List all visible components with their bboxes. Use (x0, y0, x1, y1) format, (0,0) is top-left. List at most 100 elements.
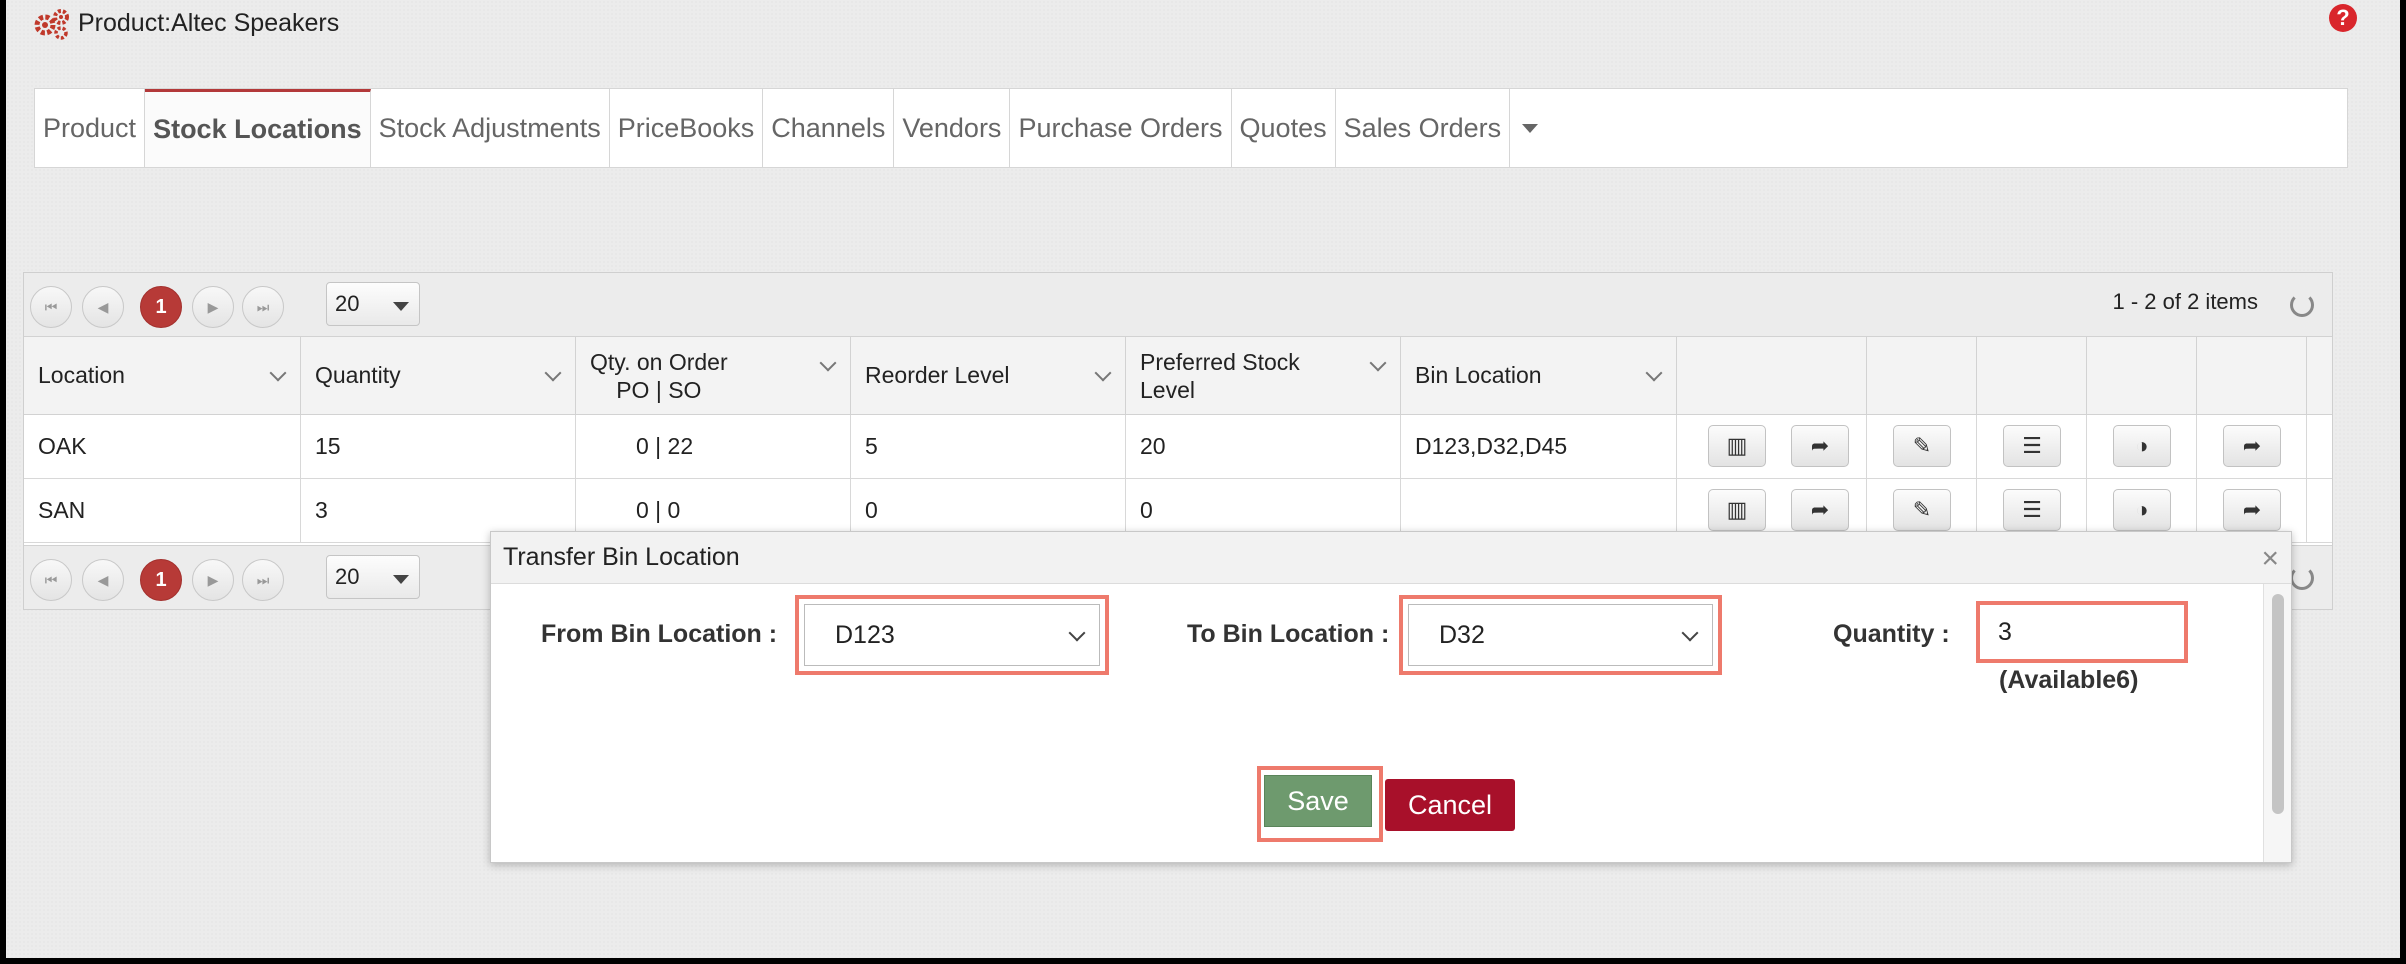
share-arrow-icon: ➦ (1810, 497, 1830, 522)
half-circle-icon: ◑ (2135, 497, 2149, 522)
column-header-location[interactable]: Location (24, 337, 301, 414)
first-page-icon[interactable]: ⏮ (30, 286, 72, 328)
warehouse-button[interactable]: ▥ (1708, 489, 1766, 531)
page-number-button[interactable]: 1 (140, 286, 182, 328)
dialog-scrollbar[interactable] (2263, 584, 2291, 862)
column-title: Location (38, 362, 125, 388)
gears-icon (32, 6, 72, 40)
scrollbar-thumb[interactable] (2272, 594, 2284, 814)
from-bin-label: From Bin Location : (541, 620, 778, 648)
edit-button[interactable]: ✎ (1893, 425, 1951, 467)
prev-page-icon[interactable]: ◀ (82, 286, 124, 328)
to-bin-select[interactable]: D32 (1408, 604, 1713, 666)
refresh-icon[interactable] (2290, 293, 2314, 317)
tab-pricebooks[interactable]: PriceBooks (610, 89, 764, 167)
from-bin-highlight: D123 (795, 595, 1109, 675)
refresh-icon[interactable] (2290, 566, 2314, 590)
dialog-header: Transfer Bin Location (491, 532, 2291, 584)
caret-down-icon (393, 302, 409, 311)
forward-button[interactable]: ➦ (2223, 489, 2281, 531)
page-size-value: 20 (335, 564, 360, 589)
pencil-icon: ✎ (1912, 433, 1932, 458)
details-button[interactable]: ☰ (2003, 489, 2061, 531)
tab-purchase-orders[interactable]: Purchase Orders (1010, 89, 1232, 167)
app-header: Product:Altec Speakers (32, 6, 339, 40)
column-header-quantity[interactable]: Quantity (301, 337, 576, 414)
contrast-button[interactable]: ◑ (2113, 489, 2171, 531)
column-header-qty-on-order[interactable]: Qty. on Order PO | SO (576, 337, 851, 414)
column-header-bin-location[interactable]: Bin Location (1401, 337, 1677, 414)
page-number-button[interactable]: 1 (140, 559, 182, 601)
to-bin-value: D32 (1439, 620, 1485, 649)
column-title: Qty. on Order PO | SO (590, 348, 728, 403)
prev-page-icon[interactable]: ◀ (82, 559, 124, 601)
chevron-down-icon[interactable] (269, 364, 287, 382)
column-header-actions-2 (1867, 337, 1977, 414)
column-header-actions-3 (1977, 337, 2087, 414)
warehouse-icon: ▥ (1726, 433, 1748, 458)
share-arrow-icon: ➦ (1810, 433, 1830, 458)
save-button[interactable]: Save (1264, 775, 1372, 827)
column-header-actions-1 (1677, 337, 1867, 414)
chevron-down-icon[interactable] (544, 364, 562, 382)
app-frame: Product:Altec Speakers ? Product Stock L… (6, 0, 2400, 958)
contrast-button[interactable]: ◑ (2113, 425, 2171, 467)
column-header-actions-4 (2087, 337, 2197, 414)
page-size-value: 20 (335, 291, 360, 316)
tab-stock-adjustments[interactable]: Stock Adjustments (371, 89, 610, 167)
last-page-icon[interactable]: ⏭ (242, 286, 284, 328)
warehouse-button[interactable]: ▥ (1708, 425, 1766, 467)
help-icon[interactable]: ? (2329, 4, 2357, 32)
transfer-button[interactable]: ➦ (1791, 489, 1849, 531)
transfer-button[interactable]: ➦ (1791, 425, 1849, 467)
column-title: Preferred Stock Level (1140, 348, 1300, 403)
forward-button[interactable]: ➦ (2223, 425, 2281, 467)
page-size-select[interactable]: 20 (326, 282, 420, 326)
from-bin-value: D123 (835, 620, 895, 649)
cancel-button[interactable]: Cancel (1385, 779, 1515, 831)
chevron-down-icon[interactable] (819, 354, 837, 372)
column-header-preferred-stock-level[interactable]: Preferred Stock Level (1126, 337, 1401, 414)
tabs-more-button[interactable] (1510, 89, 1550, 167)
tab-vendors[interactable]: Vendors (894, 89, 1011, 167)
share-arrow-icon: ➦ (2242, 497, 2262, 522)
chevron-down-icon (1681, 624, 1699, 642)
quantity-input[interactable]: 3 (1984, 609, 2180, 655)
table-row: OAK 15 0 | 22 5 20 D123,D32,D45 ▥ ➦ ✎ ☰ … (24, 415, 2332, 479)
to-bin-highlight: D32 (1399, 595, 1722, 675)
tab-quotes[interactable]: Quotes (1232, 89, 1336, 167)
edit-button[interactable]: ✎ (1893, 489, 1951, 531)
cell-on-order: 0 | 22 (576, 415, 851, 478)
tab-product[interactable]: Product (35, 89, 146, 167)
dialog-title: Transfer Bin Location (503, 543, 740, 571)
share-arrow-icon: ➦ (2242, 433, 2262, 458)
to-bin-label: To Bin Location : (1187, 620, 1390, 648)
last-page-icon[interactable]: ⏭ (242, 559, 284, 601)
from-bin-select[interactable]: D123 (804, 604, 1100, 666)
page-size-select[interactable]: 20 (326, 555, 420, 599)
pencil-icon: ✎ (1912, 497, 1932, 522)
details-button[interactable]: ☰ (2003, 425, 2061, 467)
next-page-icon[interactable]: ▶ (192, 286, 234, 328)
next-page-icon[interactable]: ▶ (192, 559, 234, 601)
column-header-reorder-level[interactable]: Reorder Level (851, 337, 1126, 414)
chevron-down-icon[interactable] (1645, 364, 1663, 382)
cell-location: OAK (24, 415, 301, 478)
tab-channels[interactable]: Channels (763, 89, 895, 167)
quantity-highlight: 3 (1976, 601, 2188, 663)
quantity-label: Quantity : (1833, 620, 1950, 648)
first-page-icon[interactable]: ⏮ (30, 559, 72, 601)
save-highlight: Save (1257, 766, 1383, 842)
transfer-bin-location-dialog: Transfer Bin Location × From Bin Locatio… (490, 531, 2292, 863)
chevron-down-icon[interactable] (1094, 364, 1112, 382)
cell-quantity: 15 (301, 415, 576, 478)
pager-top: ⏮ ◀ 1 ▶ ⏭ 20 1 - 2 of 2 items (24, 273, 2332, 337)
close-icon[interactable]: × (2261, 542, 2279, 576)
tab-stock-locations[interactable]: Stock Locations (145, 89, 371, 167)
tab-bar: Product Stock Locations Stock Adjustment… (34, 88, 2348, 168)
half-circle-icon: ◑ (2135, 433, 2149, 458)
chevron-down-icon[interactable] (1369, 354, 1387, 372)
list-icon: ☰ (2022, 433, 2042, 458)
cell-location: SAN (24, 479, 301, 542)
tab-sales-orders[interactable]: Sales Orders (1336, 89, 1511, 167)
